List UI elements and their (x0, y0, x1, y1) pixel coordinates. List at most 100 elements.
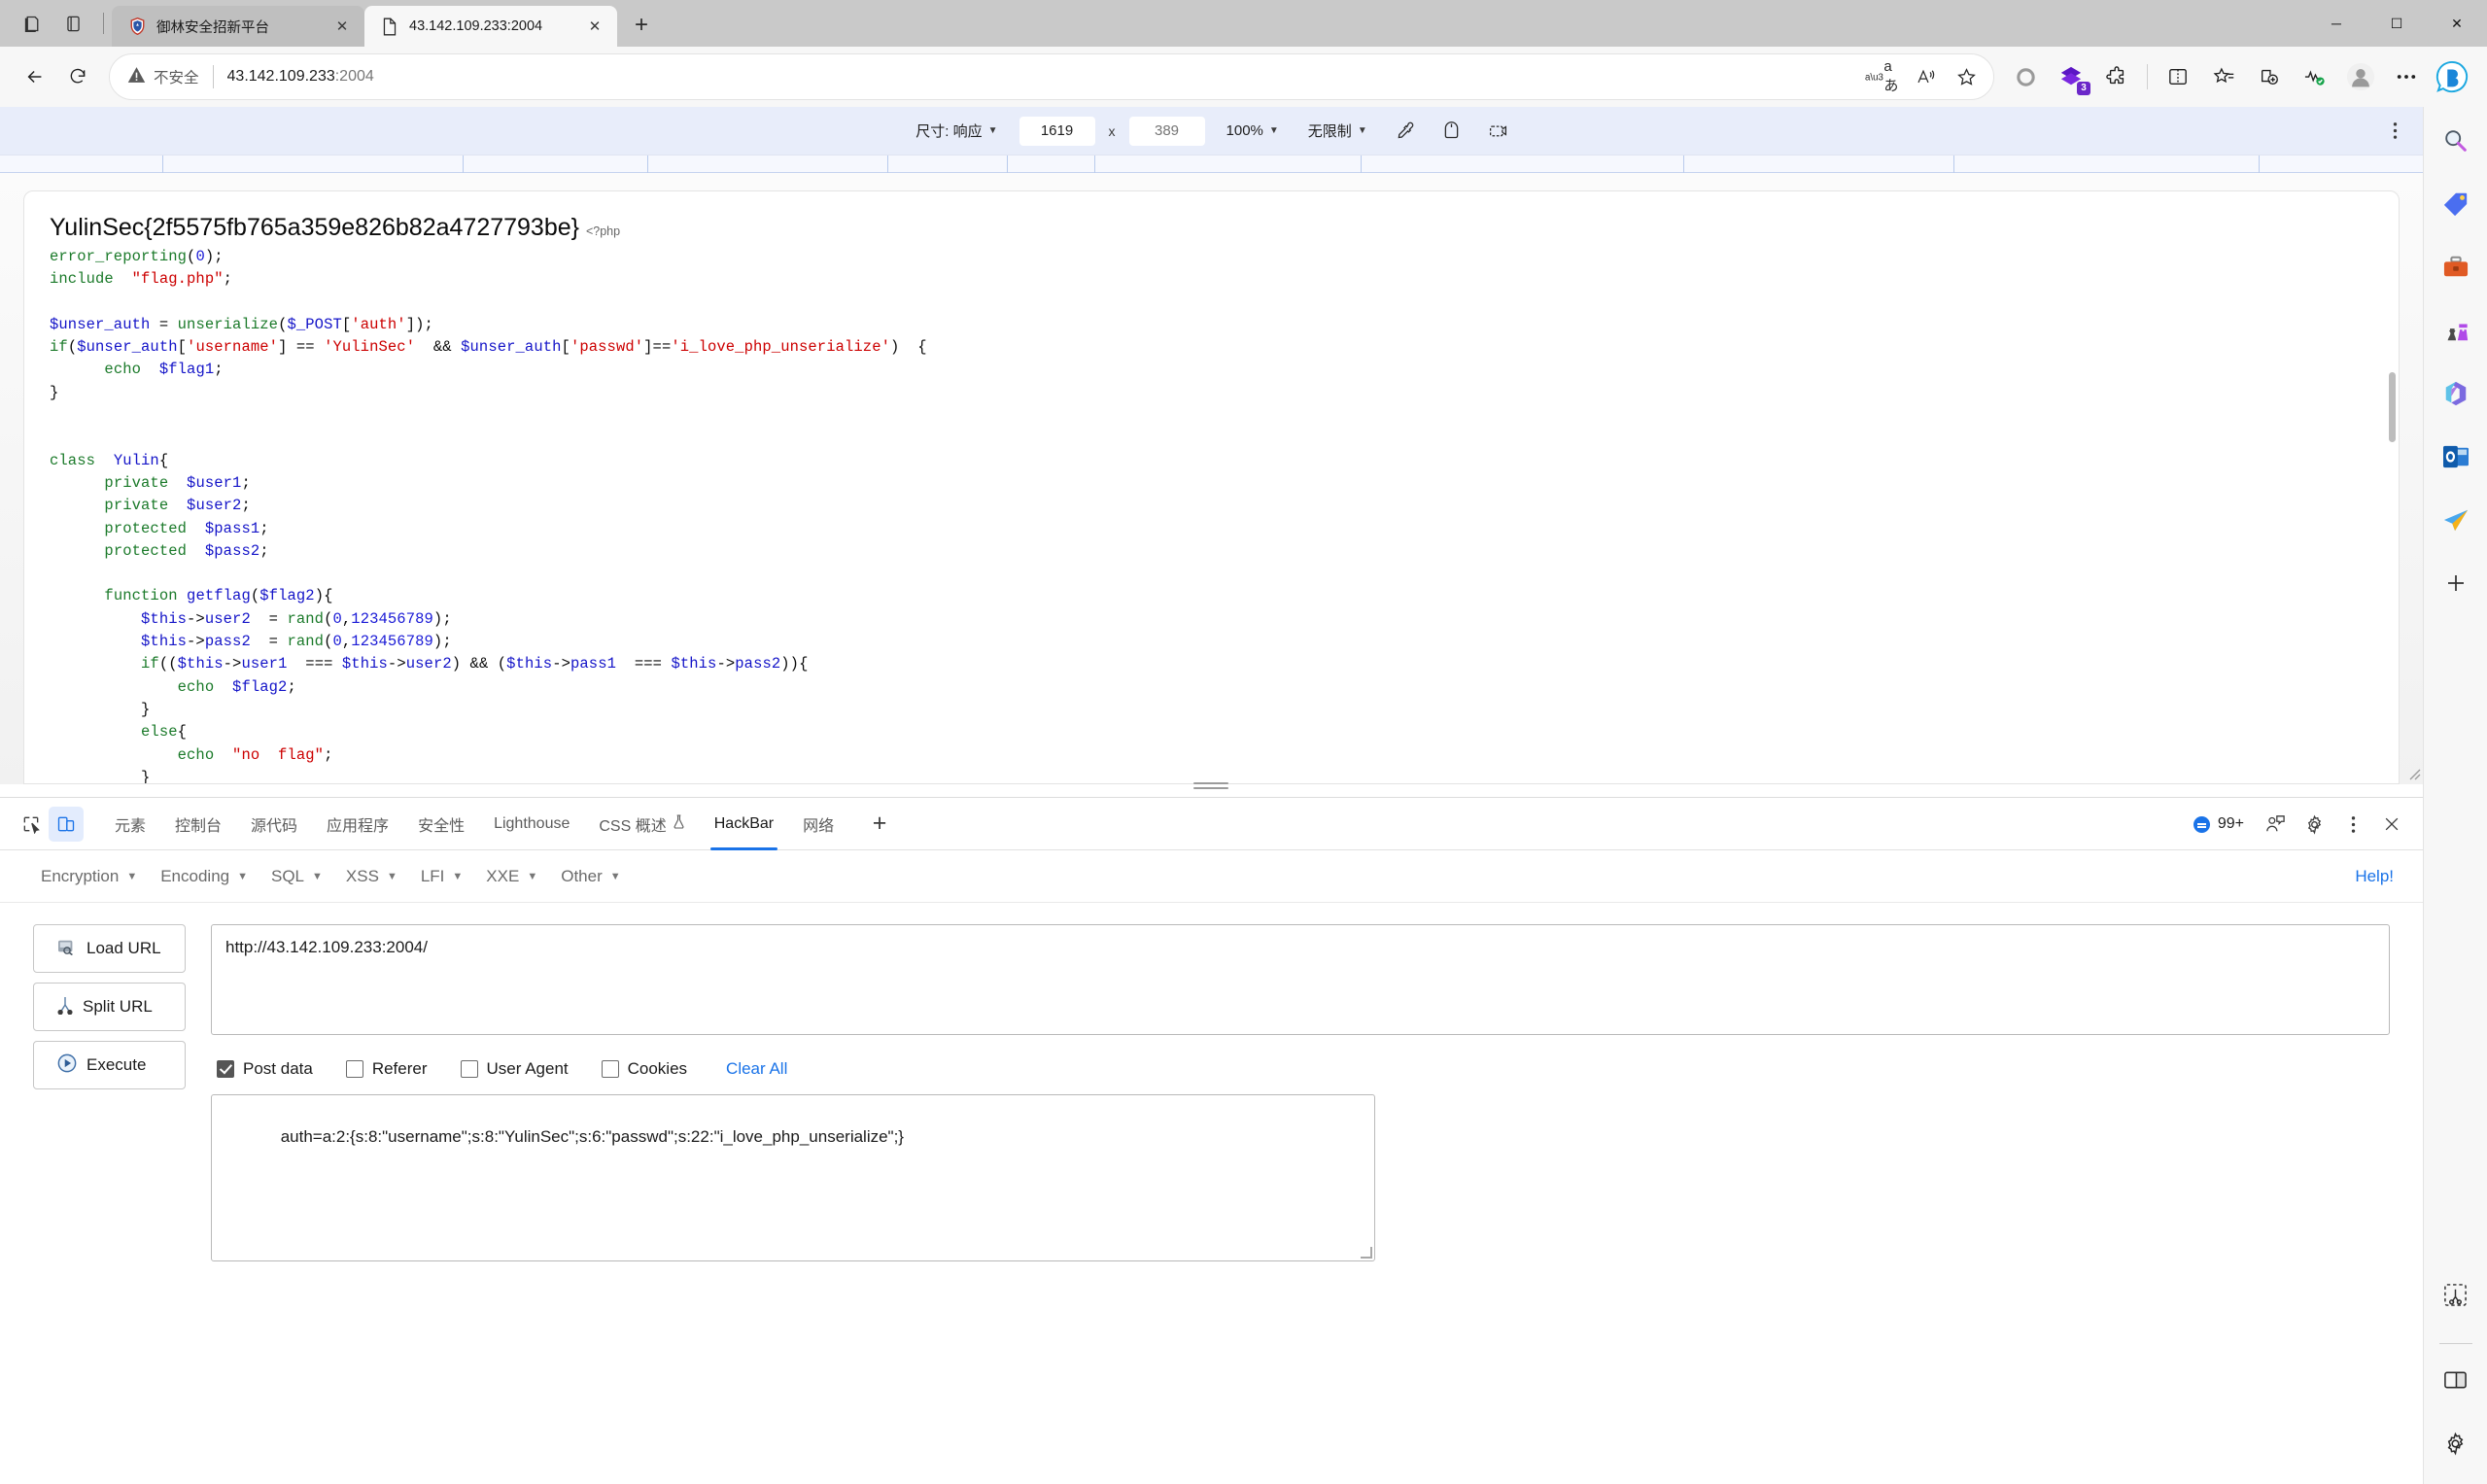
copilot-icon[interactable] (2431, 55, 2473, 98)
url-text[interactable]: 43.142.109.233:2004 (227, 68, 1865, 86)
close-devtools-icon[interactable] (2374, 807, 2409, 842)
devtools-resize-handle[interactable] (1193, 782, 1228, 790)
menu-sql[interactable]: SQL ▼ (259, 861, 334, 892)
settings-more-icon[interactable] (2385, 55, 2428, 98)
minimize-button[interactable]: ─ (2306, 0, 2366, 47)
profile-icon[interactable] (2339, 55, 2382, 98)
tab-hackbar[interactable]: HackBar (701, 798, 787, 850)
tab-close-1[interactable]: ✕ (582, 14, 607, 39)
help-link[interactable]: Help! (2355, 867, 2394, 886)
post-data-resize-grip[interactable] (1361, 1247, 1372, 1259)
menu-xxe[interactable]: XXE ▼ (474, 861, 549, 892)
tab-lighthouse[interactable]: Lighthouse (480, 798, 583, 850)
screenshot-icon[interactable] (1482, 115, 1515, 148)
read-aloud-icon[interactable]: a\u3042 aあ (1865, 57, 1904, 96)
menu-xss[interactable]: XSS ▼ (334, 861, 409, 892)
send-paper-plane-icon[interactable] (2434, 498, 2478, 542)
tab-actions-icon[interactable] (14, 5, 51, 42)
screenshot-capture-icon[interactable] (2434, 1272, 2478, 1317)
viewport-height-input[interactable] (1128, 116, 1205, 146)
star-icon[interactable] (1947, 57, 1986, 96)
clear-all-link[interactable]: Clear All (726, 1059, 787, 1079)
menu-encryption[interactable]: Encryption ▼ (29, 861, 149, 892)
viewport-resize-grip[interactable] (2405, 765, 2421, 780)
maximize-button[interactable]: ☐ (2366, 0, 2427, 47)
devtools-kebab-menu-icon[interactable] (2335, 807, 2370, 842)
split-pane-icon[interactable] (2434, 1358, 2478, 1402)
collections-extension-icon[interactable]: 3 (2050, 55, 2092, 98)
device-toolbar-kebab-menu-icon[interactable] (2378, 115, 2411, 148)
zoom-dropdown[interactable]: 100% ▼ (1219, 120, 1287, 142)
option-user-agent[interactable]: User Agent (460, 1059, 569, 1079)
add-plus-icon[interactable] (2434, 561, 2478, 605)
sidebar-settings-icon[interactable] (2434, 1421, 2478, 1466)
back-arrow-icon[interactable] (14, 55, 56, 98)
more-tabs-button[interactable]: + (861, 806, 898, 843)
feedback-icon[interactable] (2258, 807, 2293, 842)
tab-console[interactable]: 控制台 (161, 798, 235, 850)
tab-label: HackBar (713, 814, 775, 832)
menu-encoding[interactable]: Encoding ▼ (149, 861, 259, 892)
shopping-tag-icon[interactable] (2434, 182, 2478, 226)
issues-counter[interactable]: 99+ (2184, 808, 2254, 841)
tab-elements[interactable]: 元素 (101, 798, 159, 850)
execute-button[interactable]: Execute (33, 1041, 186, 1089)
menu-other[interactable]: Other ▼ (549, 861, 632, 892)
cookies-checkbox[interactable] (601, 1060, 619, 1078)
toggle-device-toolbar-icon[interactable] (49, 806, 84, 842)
tab-label: 元素 (115, 817, 147, 835)
microsoft365-icon[interactable] (2434, 371, 2478, 416)
url-port: :2004 (334, 68, 374, 85)
add-tab-to-collection-icon[interactable] (2248, 55, 2291, 98)
viewport-width-input[interactable] (1019, 116, 1095, 146)
tab-css-overview[interactable]: CSS 概述 (585, 798, 698, 850)
rotate-icon[interactable] (1435, 115, 1468, 148)
eyedropper-icon[interactable] (1389, 115, 1422, 148)
circle-icon[interactable] (2004, 55, 2047, 98)
outlook-icon[interactable] (2434, 434, 2478, 479)
tab-network[interactable]: 网络 (789, 798, 847, 850)
button-label: Split URL (83, 997, 153, 1016)
translate-icon[interactable] (1906, 57, 1945, 96)
address-bar[interactable]: 不安全 43.142.109.233:2004 a\u3042 aあ (109, 53, 1994, 100)
browser-tab-0[interactable]: 御林安全招新平台 ✕ (112, 6, 364, 47)
load-url-button[interactable]: Load URL (33, 924, 186, 973)
option-referer[interactable]: Referer (345, 1059, 428, 1079)
post-data-checkbox[interactable] (217, 1060, 234, 1078)
device-size-dropdown[interactable]: 尺寸: 响应 ▼ (908, 118, 1005, 144)
tools-briefcase-icon[interactable] (2434, 245, 2478, 290)
post-data-input[interactable]: auth=a:2:{s:8:"username";s:8:"YulinSec";… (211, 1094, 1375, 1261)
extensions-puzzle-icon[interactable] (2095, 55, 2138, 98)
tab-sources[interactable]: 源代码 (237, 798, 311, 850)
tab-label: Lighthouse (494, 814, 570, 832)
tab-application[interactable]: 应用程序 (313, 798, 402, 850)
menu-lfi[interactable]: LFI ▼ (409, 861, 474, 892)
favorites-icon[interactable] (2202, 55, 2245, 98)
browser-tab-1[interactable]: 43.142.109.233:2004 ✕ (364, 6, 617, 47)
chevron-down-icon: ▼ (1268, 125, 1279, 136)
rendered-page: YulinSec{2f5575fb765a359e826b82a4727793b… (23, 190, 2400, 784)
security-label: 不安全 (154, 70, 199, 86)
vertical-tabs-icon[interactable] (54, 5, 91, 42)
split-url-button[interactable]: Split URL (33, 983, 186, 1031)
settings-gear-icon[interactable] (2297, 807, 2332, 842)
security-warning[interactable]: 不安全 (127, 66, 199, 88)
inspect-element-icon[interactable] (14, 807, 49, 842)
games-icon[interactable] (2434, 308, 2478, 353)
search-icon[interactable] (2434, 119, 2478, 163)
throttling-dropdown[interactable]: 无限制 ▼ (1300, 118, 1375, 144)
tab-close-0[interactable]: ✕ (329, 14, 355, 39)
split-screen-icon[interactable] (2157, 55, 2199, 98)
close-window-button[interactable]: ✕ (2427, 0, 2487, 47)
user-agent-checkbox[interactable] (460, 1060, 478, 1078)
devtools-tabbar-actions: 99+ (2184, 798, 2409, 850)
referer-checkbox[interactable] (345, 1060, 363, 1078)
refresh-icon[interactable] (56, 55, 99, 98)
option-cookies[interactable]: Cookies (601, 1059, 687, 1079)
option-post-data[interactable]: Post data (217, 1059, 313, 1079)
tab-security[interactable]: 安全性 (404, 798, 478, 850)
browser-essentials-icon[interactable] (2294, 55, 2336, 98)
page-scrollbar-thumb[interactable] (2389, 372, 2396, 442)
new-tab-button[interactable]: + (625, 9, 658, 42)
url-input[interactable] (211, 924, 2390, 1035)
